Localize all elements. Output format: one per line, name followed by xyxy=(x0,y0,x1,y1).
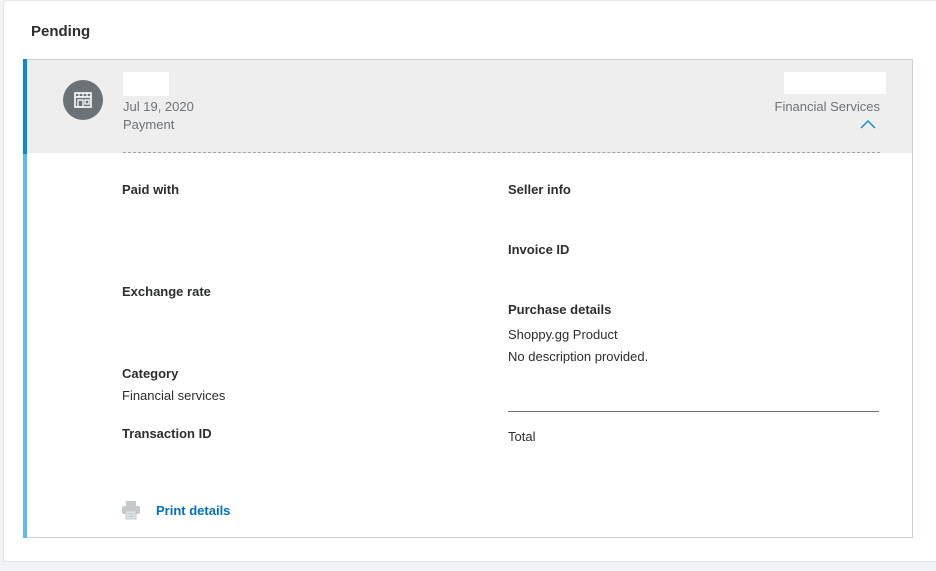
amount-redacted xyxy=(784,72,886,94)
product-description: No description provided. xyxy=(508,349,649,364)
chevron-up-icon[interactable] xyxy=(860,117,876,131)
transaction-date: Jul 19, 2020 xyxy=(123,99,194,114)
total-divider xyxy=(508,411,879,412)
product-name: Shoppy.gg Product xyxy=(508,327,618,342)
transaction-category: Financial Services xyxy=(774,99,881,114)
merchant-name-redacted xyxy=(123,72,169,96)
seller-info-label: Seller info xyxy=(508,182,571,197)
store-icon xyxy=(63,80,103,120)
transaction-id-label: Transaction ID xyxy=(122,426,212,441)
invoice-id-label: Invoice ID xyxy=(508,242,570,257)
transaction-item: Jul 19, 2020 Payment Financial Services … xyxy=(23,59,913,538)
category-label: Category xyxy=(122,366,179,381)
exchange-rate-label: Exchange rate xyxy=(122,284,211,299)
transaction-type: Payment xyxy=(123,117,175,132)
total-label: Total xyxy=(508,429,536,444)
print-details-link[interactable]: Print details xyxy=(156,503,230,518)
paid-with-label: Paid with xyxy=(122,182,180,197)
transaction-summary[interactable]: Jul 19, 2020 Payment Financial Services xyxy=(27,60,912,153)
summary-divider xyxy=(123,152,880,153)
printer-icon[interactable] xyxy=(121,500,141,520)
category-value: Financial services xyxy=(122,388,226,403)
section-heading: Pending xyxy=(31,23,91,40)
purchase-details-label: Purchase details xyxy=(508,302,612,317)
